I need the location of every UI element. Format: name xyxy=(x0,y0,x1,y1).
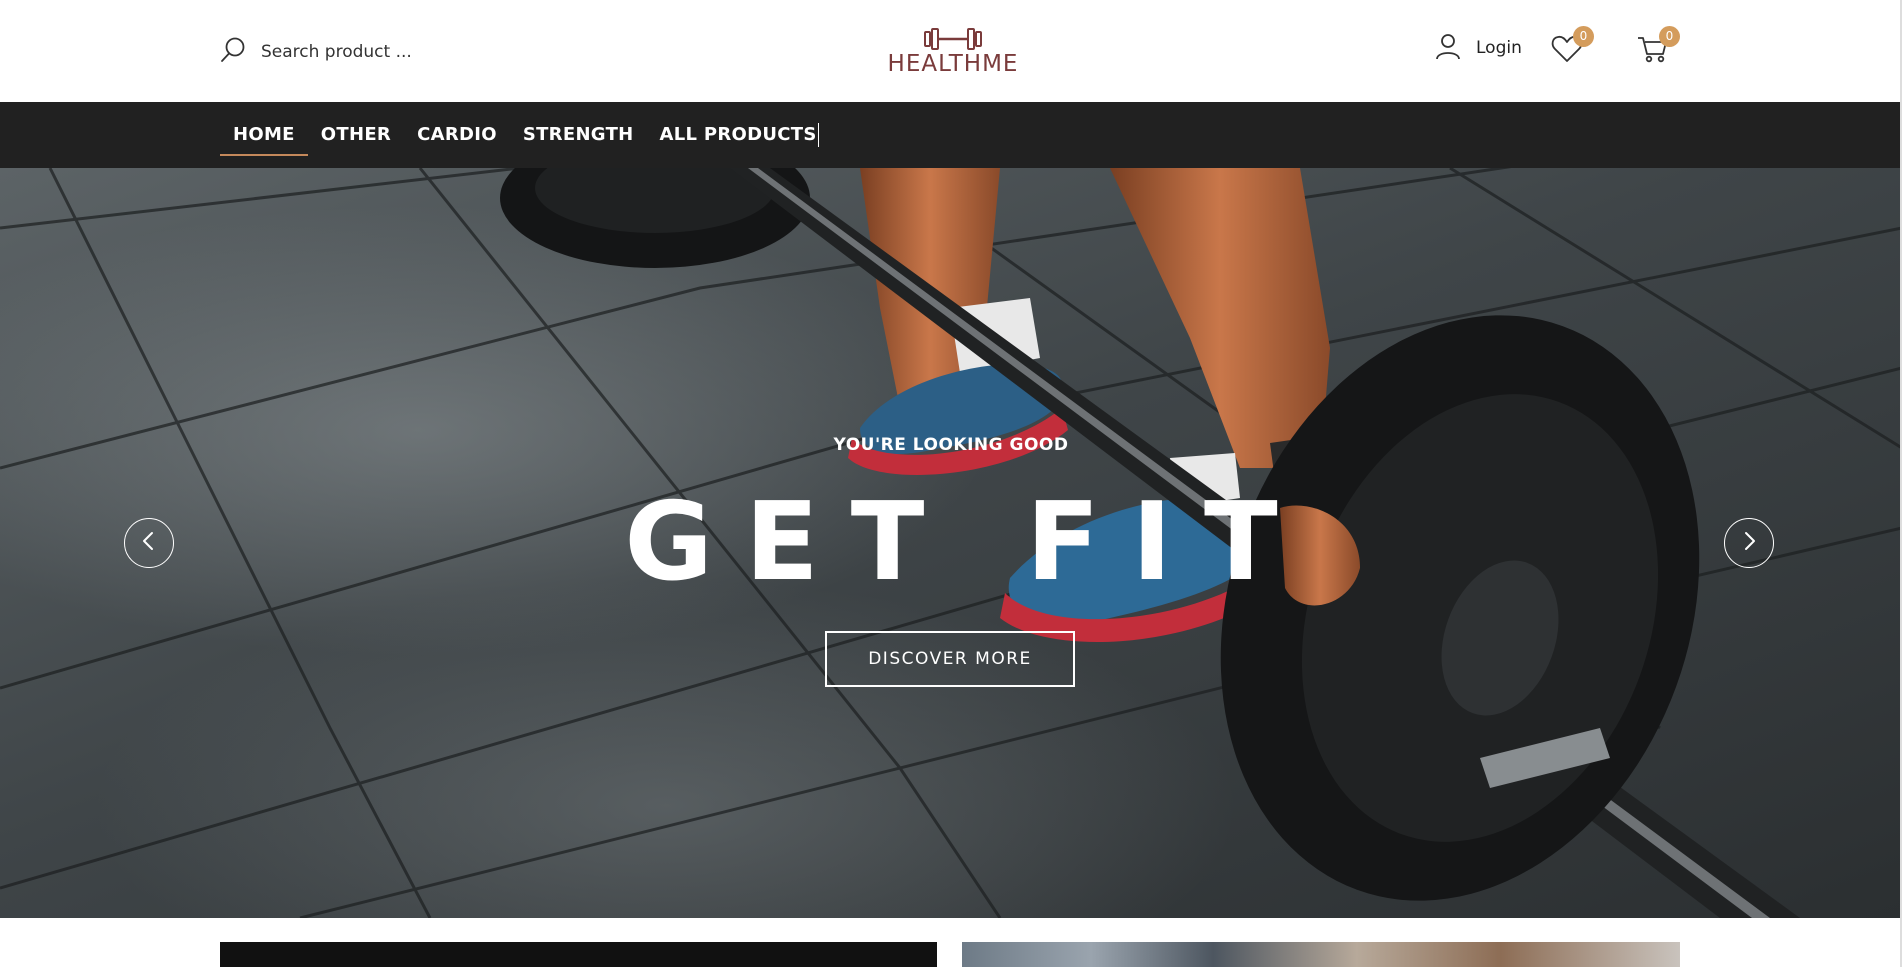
user-icon[interactable] xyxy=(1434,32,1462,64)
cart-count-badge: 0 xyxy=(1659,26,1680,47)
nav-item-home[interactable]: HOME xyxy=(220,102,308,168)
nav-item-all-products-label: ALL PRODUCTS xyxy=(659,124,817,145)
nav-item-strength[interactable]: STRENGTH xyxy=(510,102,647,168)
cart-button[interactable]: 0 xyxy=(1636,26,1680,66)
search-input[interactable] xyxy=(259,41,479,63)
chevron-left-icon xyxy=(138,530,160,556)
search-icon[interactable] xyxy=(219,36,247,68)
slider-prev-button[interactable] xyxy=(124,518,174,568)
site-logo[interactable]: HEALTHME xyxy=(883,26,1023,76)
nav-item-other[interactable]: OTHER xyxy=(308,102,404,168)
wishlist-button[interactable]: 0 xyxy=(1550,26,1594,66)
slider-next-button[interactable] xyxy=(1724,518,1774,568)
nav-item-cardio[interactable]: CARDIO xyxy=(404,102,510,168)
logo-text: HEALTHME xyxy=(887,51,1019,77)
promo-banner-left[interactable] xyxy=(220,942,937,967)
login-link[interactable]: Login xyxy=(1476,38,1522,58)
search-bar[interactable] xyxy=(219,36,479,68)
main-nav: HOME OTHER CARDIO STRENGTH ALL PRODUCTS xyxy=(0,102,1902,168)
top-header: HEALTHME Login 0 0 xyxy=(0,0,1902,102)
hero-slider: YOU'RE LOOKING GOOD GET FIT DISCOVER MOR… xyxy=(0,168,1902,918)
login-link-group[interactable]: Login xyxy=(1434,32,1522,64)
wishlist-count-badge: 0 xyxy=(1573,26,1594,47)
discover-more-button[interactable]: DISCOVER MORE xyxy=(825,631,1075,687)
promo-banner-right[interactable] xyxy=(962,942,1680,967)
nav-list: HOME OTHER CARDIO STRENGTH ALL PRODUCTS xyxy=(220,102,832,168)
nav-item-all-products[interactable]: ALL PRODUCTS xyxy=(647,102,832,168)
hero-subtitle: YOU'RE LOOKING GOOD xyxy=(833,435,1069,455)
cart-icon xyxy=(1636,37,1670,70)
chevron-right-icon xyxy=(1738,530,1760,556)
heart-icon xyxy=(1550,35,1584,70)
hero-title: GET FIT xyxy=(624,480,1310,605)
text-cursor xyxy=(817,123,819,147)
dumbbell-icon xyxy=(883,26,1023,52)
